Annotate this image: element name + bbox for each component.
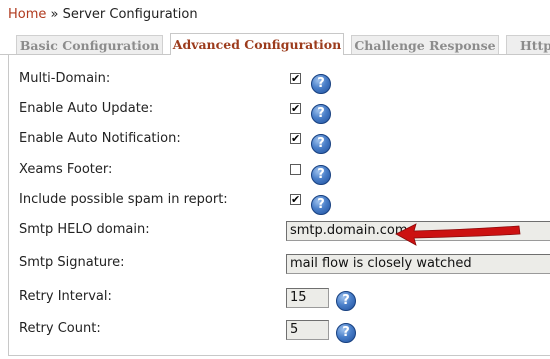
help-icon[interactable]: ? <box>336 291 356 311</box>
help-icon[interactable]: ? <box>336 323 356 343</box>
help-icon[interactable]: ? <box>311 195 331 215</box>
retry-interval-input[interactable]: 15 <box>286 288 329 308</box>
setting-row-spam-report: Include possible spam in report: ✔ ? <box>9 190 550 220</box>
setting-row-auto-notification: Enable Auto Notification: ✔ ? <box>9 129 550 159</box>
help-icon[interactable]: ? <box>311 134 331 154</box>
tab-basic-configuration[interactable]: Basic Configuration <box>16 35 163 54</box>
breadcrumb-separator: » <box>50 7 59 22</box>
retry-interval-label: Retry Interval: <box>19 289 112 304</box>
tab-advanced-configuration[interactable]: Advanced Configuration <box>170 33 344 55</box>
breadcrumb-current: Server Configuration <box>62 7 198 22</box>
spam-report-checkbox[interactable]: ✔ <box>290 194 301 205</box>
xeams-footer-checkbox[interactable] <box>290 164 301 175</box>
setting-row-retry-interval: Retry Interval: 15 ? <box>9 287 550 317</box>
tab-http[interactable]: Http <box>506 35 550 54</box>
tab-challenge-response[interactable]: Challenge Response <box>351 35 499 54</box>
setting-row-auto-update: Enable Auto Update: ✔ ? <box>9 99 550 129</box>
setting-row-xeams-footer: Xeams Footer: ? <box>9 160 550 190</box>
red-arrow-annotation-icon <box>395 223 521 246</box>
smtp-signature-input[interactable]: mail flow is closely watched <box>286 254 550 274</box>
auto-update-checkbox[interactable]: ✔ <box>290 103 301 114</box>
multi-domain-label: Multi-Domain: <box>19 71 111 86</box>
smtp-signature-label: Smtp Signature: <box>19 255 125 270</box>
setting-row-multi-domain: Multi-Domain: ✔ ? <box>9 69 550 99</box>
auto-update-label: Enable Auto Update: <box>19 101 154 116</box>
retry-count-input[interactable]: 5 <box>286 320 329 340</box>
breadcrumb: Home » Server Configuration <box>8 7 198 22</box>
xeams-footer-label: Xeams Footer: <box>19 162 113 177</box>
multi-domain-checkbox[interactable]: ✔ <box>290 73 301 84</box>
help-icon[interactable]: ? <box>311 165 331 185</box>
retry-count-label: Retry Count: <box>19 321 101 336</box>
setting-row-retry-count: Retry Count: 5 ? <box>9 319 550 349</box>
breadcrumb-home-link[interactable]: Home <box>8 7 46 22</box>
setting-row-smtp-signature: Smtp Signature: mail flow is closely wat… <box>9 253 550 283</box>
help-icon[interactable]: ? <box>311 104 331 124</box>
tab-bar: Basic Configuration Advanced Configurati… <box>0 33 550 55</box>
spam-report-label: Include possible spam in report: <box>19 192 228 207</box>
smtp-helo-label: Smtp HELO domain: <box>19 222 150 237</box>
advanced-configuration-panel: Multi-Domain: ✔ ? Enable Auto Update: ✔ … <box>8 55 550 356</box>
auto-notification-label: Enable Auto Notification: <box>19 131 181 146</box>
help-icon[interactable]: ? <box>311 74 331 94</box>
auto-notification-checkbox[interactable]: ✔ <box>290 133 301 144</box>
